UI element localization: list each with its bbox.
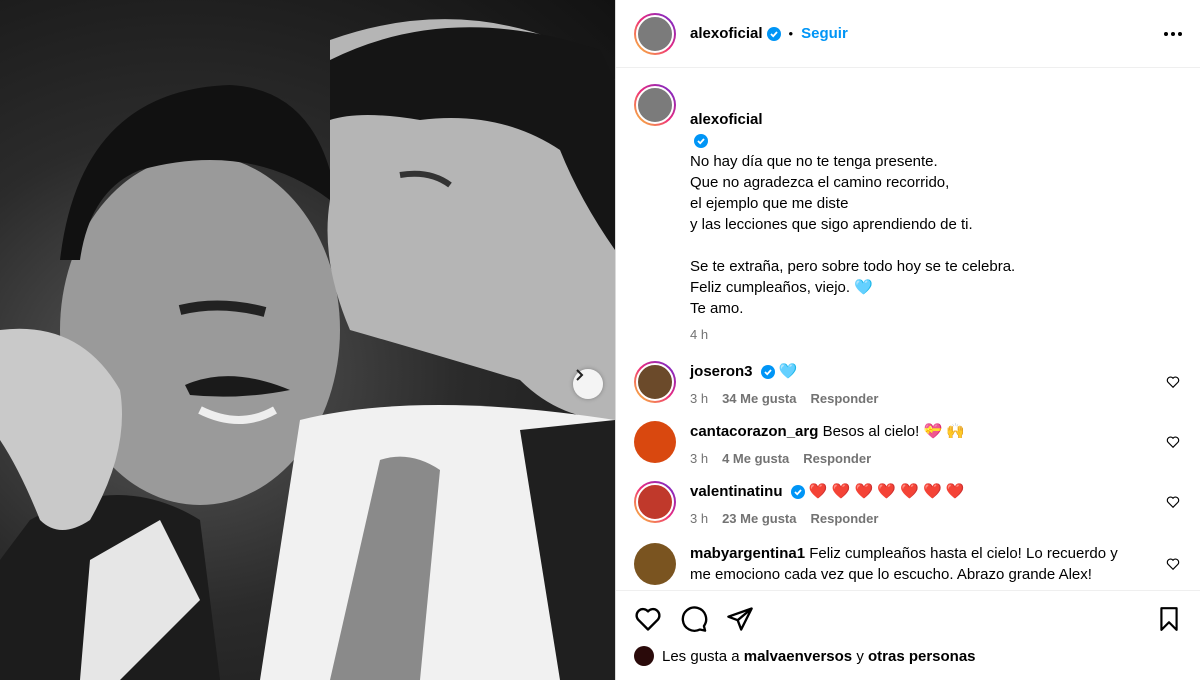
caption-text: No hay día que no te tenga presente. Que… [690, 153, 1016, 317]
comment-text: ❤️ ❤️ ❤️ ❤️ ❤️ ❤️ ❤️ [808, 483, 965, 500]
liker-username[interactable]: malvaenversos [744, 648, 852, 665]
comment-item: mabyargentina1 Feliz cumpleaños hasta el… [634, 543, 1182, 585]
carousel-next-button[interactable] [573, 369, 603, 399]
photo-illustration [0, 19, 615, 680]
verified-icon [760, 365, 775, 380]
chevron-right-icon [576, 369, 584, 381]
comment-text: 🩵 [778, 363, 798, 380]
share-icon[interactable] [726, 605, 754, 633]
post-photo[interactable] [0, 0, 615, 680]
comment-item: joseron3 🩵 3 h 34 Me gusta Responder [634, 361, 1182, 409]
comments-list[interactable]: alexoficial No hay día que no te tenga p… [616, 68, 1200, 590]
comment-likes[interactable]: 4 Me gusta [722, 448, 789, 469]
other-likers-link[interactable]: otras personas [868, 648, 976, 665]
post-header: alexoficial • Seguir [616, 0, 1200, 68]
post-viewer: alexoficial • Seguir alexoficial No hay … [0, 0, 1200, 680]
comment-time[interactable]: 3 h [690, 448, 708, 469]
post-panel: alexoficial • Seguir alexoficial No hay … [615, 0, 1200, 680]
likes-summary: Les gusta a malvaenversos y otras person… [616, 646, 1200, 680]
heart-icon[interactable] [1166, 557, 1180, 571]
comment-item: cantacorazon_arg Besos al cielo! 💝 🙌 3 h… [634, 421, 1182, 469]
comment-text: Besos al cielo! 💝 🙌 [822, 423, 965, 440]
heart-icon[interactable] [1166, 375, 1180, 389]
likes-prefix: Les gusta a [662, 647, 740, 665]
commenter-avatar[interactable] [634, 421, 676, 463]
verified-icon [790, 485, 805, 500]
follow-button[interactable]: Seguir [801, 25, 848, 42]
comment-username[interactable]: valentinatinu [690, 483, 783, 500]
author-username[interactable]: alexoficial [690, 25, 763, 42]
caption-time[interactable]: 4 h [690, 324, 1015, 345]
caption-username[interactable]: alexoficial [690, 111, 763, 128]
verified-icon [694, 134, 708, 149]
reply-button[interactable]: Responder [811, 388, 879, 409]
separator-dot: • [788, 26, 794, 41]
liker-avatar[interactable] [634, 646, 654, 666]
comment-likes[interactable]: 34 Me gusta [722, 388, 796, 409]
post-caption: alexoficial No hay día que no te tenga p… [634, 84, 1182, 345]
save-icon[interactable] [1156, 606, 1182, 632]
likes-joiner: y [856, 647, 864, 665]
heart-icon[interactable] [634, 605, 662, 633]
commenter-avatar[interactable] [634, 361, 676, 403]
heart-icon[interactable] [1166, 495, 1180, 509]
comment-time[interactable]: 3 h [690, 508, 708, 529]
commenter-avatar[interactable] [634, 481, 676, 523]
author-avatar[interactable] [634, 84, 676, 126]
commenter-avatar[interactable] [634, 543, 676, 585]
heart-icon[interactable] [1166, 435, 1180, 449]
comment-icon[interactable] [680, 605, 708, 633]
reply-button[interactable]: Responder [803, 448, 871, 469]
more-icon[interactable] [1164, 31, 1182, 36]
author-avatar[interactable] [634, 12, 676, 55]
comment-time[interactable]: 3 h [690, 388, 708, 409]
comment-item: valentinatinu ❤️ ❤️ ❤️ ❤️ ❤️ ❤️ ❤️ 3 h 2… [634, 481, 1182, 529]
comment-username[interactable]: mabyargentina1 [690, 545, 805, 562]
reply-button[interactable]: Responder [811, 508, 879, 529]
verified-icon [766, 26, 781, 41]
post-actions [616, 590, 1200, 646]
comment-username[interactable]: joseron3 [690, 363, 753, 380]
comment-username[interactable]: cantacorazon_arg [690, 423, 818, 440]
comment-likes[interactable]: 23 Me gusta [722, 508, 796, 529]
